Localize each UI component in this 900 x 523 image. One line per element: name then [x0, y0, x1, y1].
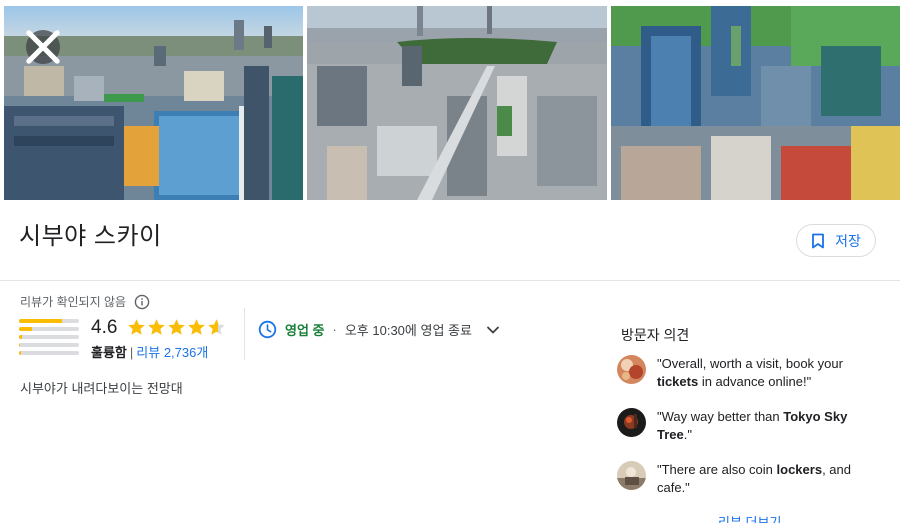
rating-bar — [19, 335, 79, 339]
opinion-text: "There are also coin lockers, and cafe." — [657, 461, 877, 497]
opinion-text-start: "Way way better than — [657, 409, 784, 424]
opinion-keyword: tickets — [657, 374, 699, 389]
photo-shibuya-crossing-aerial[interactable] — [4, 6, 303, 200]
star-icon — [208, 319, 225, 335]
star-icon — [148, 319, 165, 335]
more-reviews-link[interactable]: 리뷰 더보기 — [718, 512, 781, 523]
rating-value: 4.6 — [91, 317, 118, 338]
rating-bar — [19, 351, 79, 355]
close-button[interactable] — [26, 30, 60, 64]
avatar — [617, 408, 646, 437]
rating-distribution — [19, 319, 79, 359]
opinion-item[interactable]: "There are also coin lockers, and cafe." — [617, 461, 877, 497]
avatar — [617, 355, 646, 384]
reviews-count-link[interactable]: 리뷰 2,736개 — [136, 345, 208, 360]
photo-city-park-aerial[interactable] — [307, 6, 607, 200]
rating-summary: 훌륭함 | 리뷰 2,736개 — [91, 342, 208, 361]
opinion-text: "Overall, worth a visit, book your ticke… — [657, 355, 877, 391]
opinion-text-end: ." — [683, 427, 692, 442]
opinion-text-start: "Overall, worth a visit, book your — [657, 356, 843, 371]
visitor-opinions-title: 방문자 의견 — [621, 327, 690, 343]
rating-bar — [19, 343, 79, 347]
info-icon[interactable] — [134, 294, 150, 310]
rating-bar-fill — [19, 327, 33, 331]
opinion-text-start: "There are also coin — [657, 462, 777, 477]
save-label: 저장 — [835, 232, 861, 249]
opinion-text: "Way way better than Tokyo Sky Tree." — [657, 408, 877, 444]
rating-bar-fill — [19, 319, 63, 323]
rating-stars — [127, 318, 226, 337]
open-status: 영업 중 — [285, 323, 325, 338]
title-row: 시부야 스카이 저장 — [0, 200, 900, 281]
save-button[interactable]: 저장 — [796, 224, 876, 257]
review-note: 리뷰가 확인되지 않음 — [20, 293, 150, 310]
place-title: 시부야 스카이 — [19, 223, 162, 250]
opinion-item[interactable]: "Way way better than Tokyo Sky Tree." — [617, 408, 877, 444]
rating-separator: | — [129, 345, 134, 360]
star-icon — [168, 319, 185, 335]
closing-time: 오후 10:30에 영업 종료 — [344, 323, 472, 338]
hours-separator: · — [332, 322, 337, 337]
bookmark-icon — [812, 233, 825, 248]
chevron-down-icon[interactable] — [486, 325, 500, 335]
rating-bar-fill — [19, 343, 21, 347]
rating-bar-fill — [19, 335, 22, 339]
opinion-text-end: in advance online!" — [698, 374, 812, 389]
place-description: 시부야가 내려다보이는 전망대 — [20, 381, 183, 396]
rating-bar — [19, 327, 79, 331]
rating-bar-fill — [19, 351, 21, 355]
star-icon — [128, 319, 145, 335]
divider — [244, 308, 245, 360]
rating-label: 훌륭함 — [91, 345, 127, 360]
place-panel: 시부야 스카이 저장 리뷰가 확인되지 않음 4.6 훌륭함 | 리뷰 2,736개… — [0, 0, 900, 523]
photo-strip — [0, 0, 900, 200]
avatar — [617, 461, 646, 490]
clock-icon — [258, 320, 277, 339]
opinion-keyword: lockers — [776, 462, 823, 477]
rating-bar — [19, 319, 79, 323]
opening-hours[interactable]: 영업 중 · 오후 10:30에 영업 종료 — [258, 320, 500, 339]
close-icon — [26, 30, 60, 64]
opinion-item[interactable]: "Overall, worth a visit, book your ticke… — [617, 355, 877, 391]
star-icon — [188, 319, 205, 335]
photo-city-buildings-aerial[interactable] — [611, 6, 900, 200]
review-note-text: 리뷰가 확인되지 않음 — [20, 295, 127, 309]
